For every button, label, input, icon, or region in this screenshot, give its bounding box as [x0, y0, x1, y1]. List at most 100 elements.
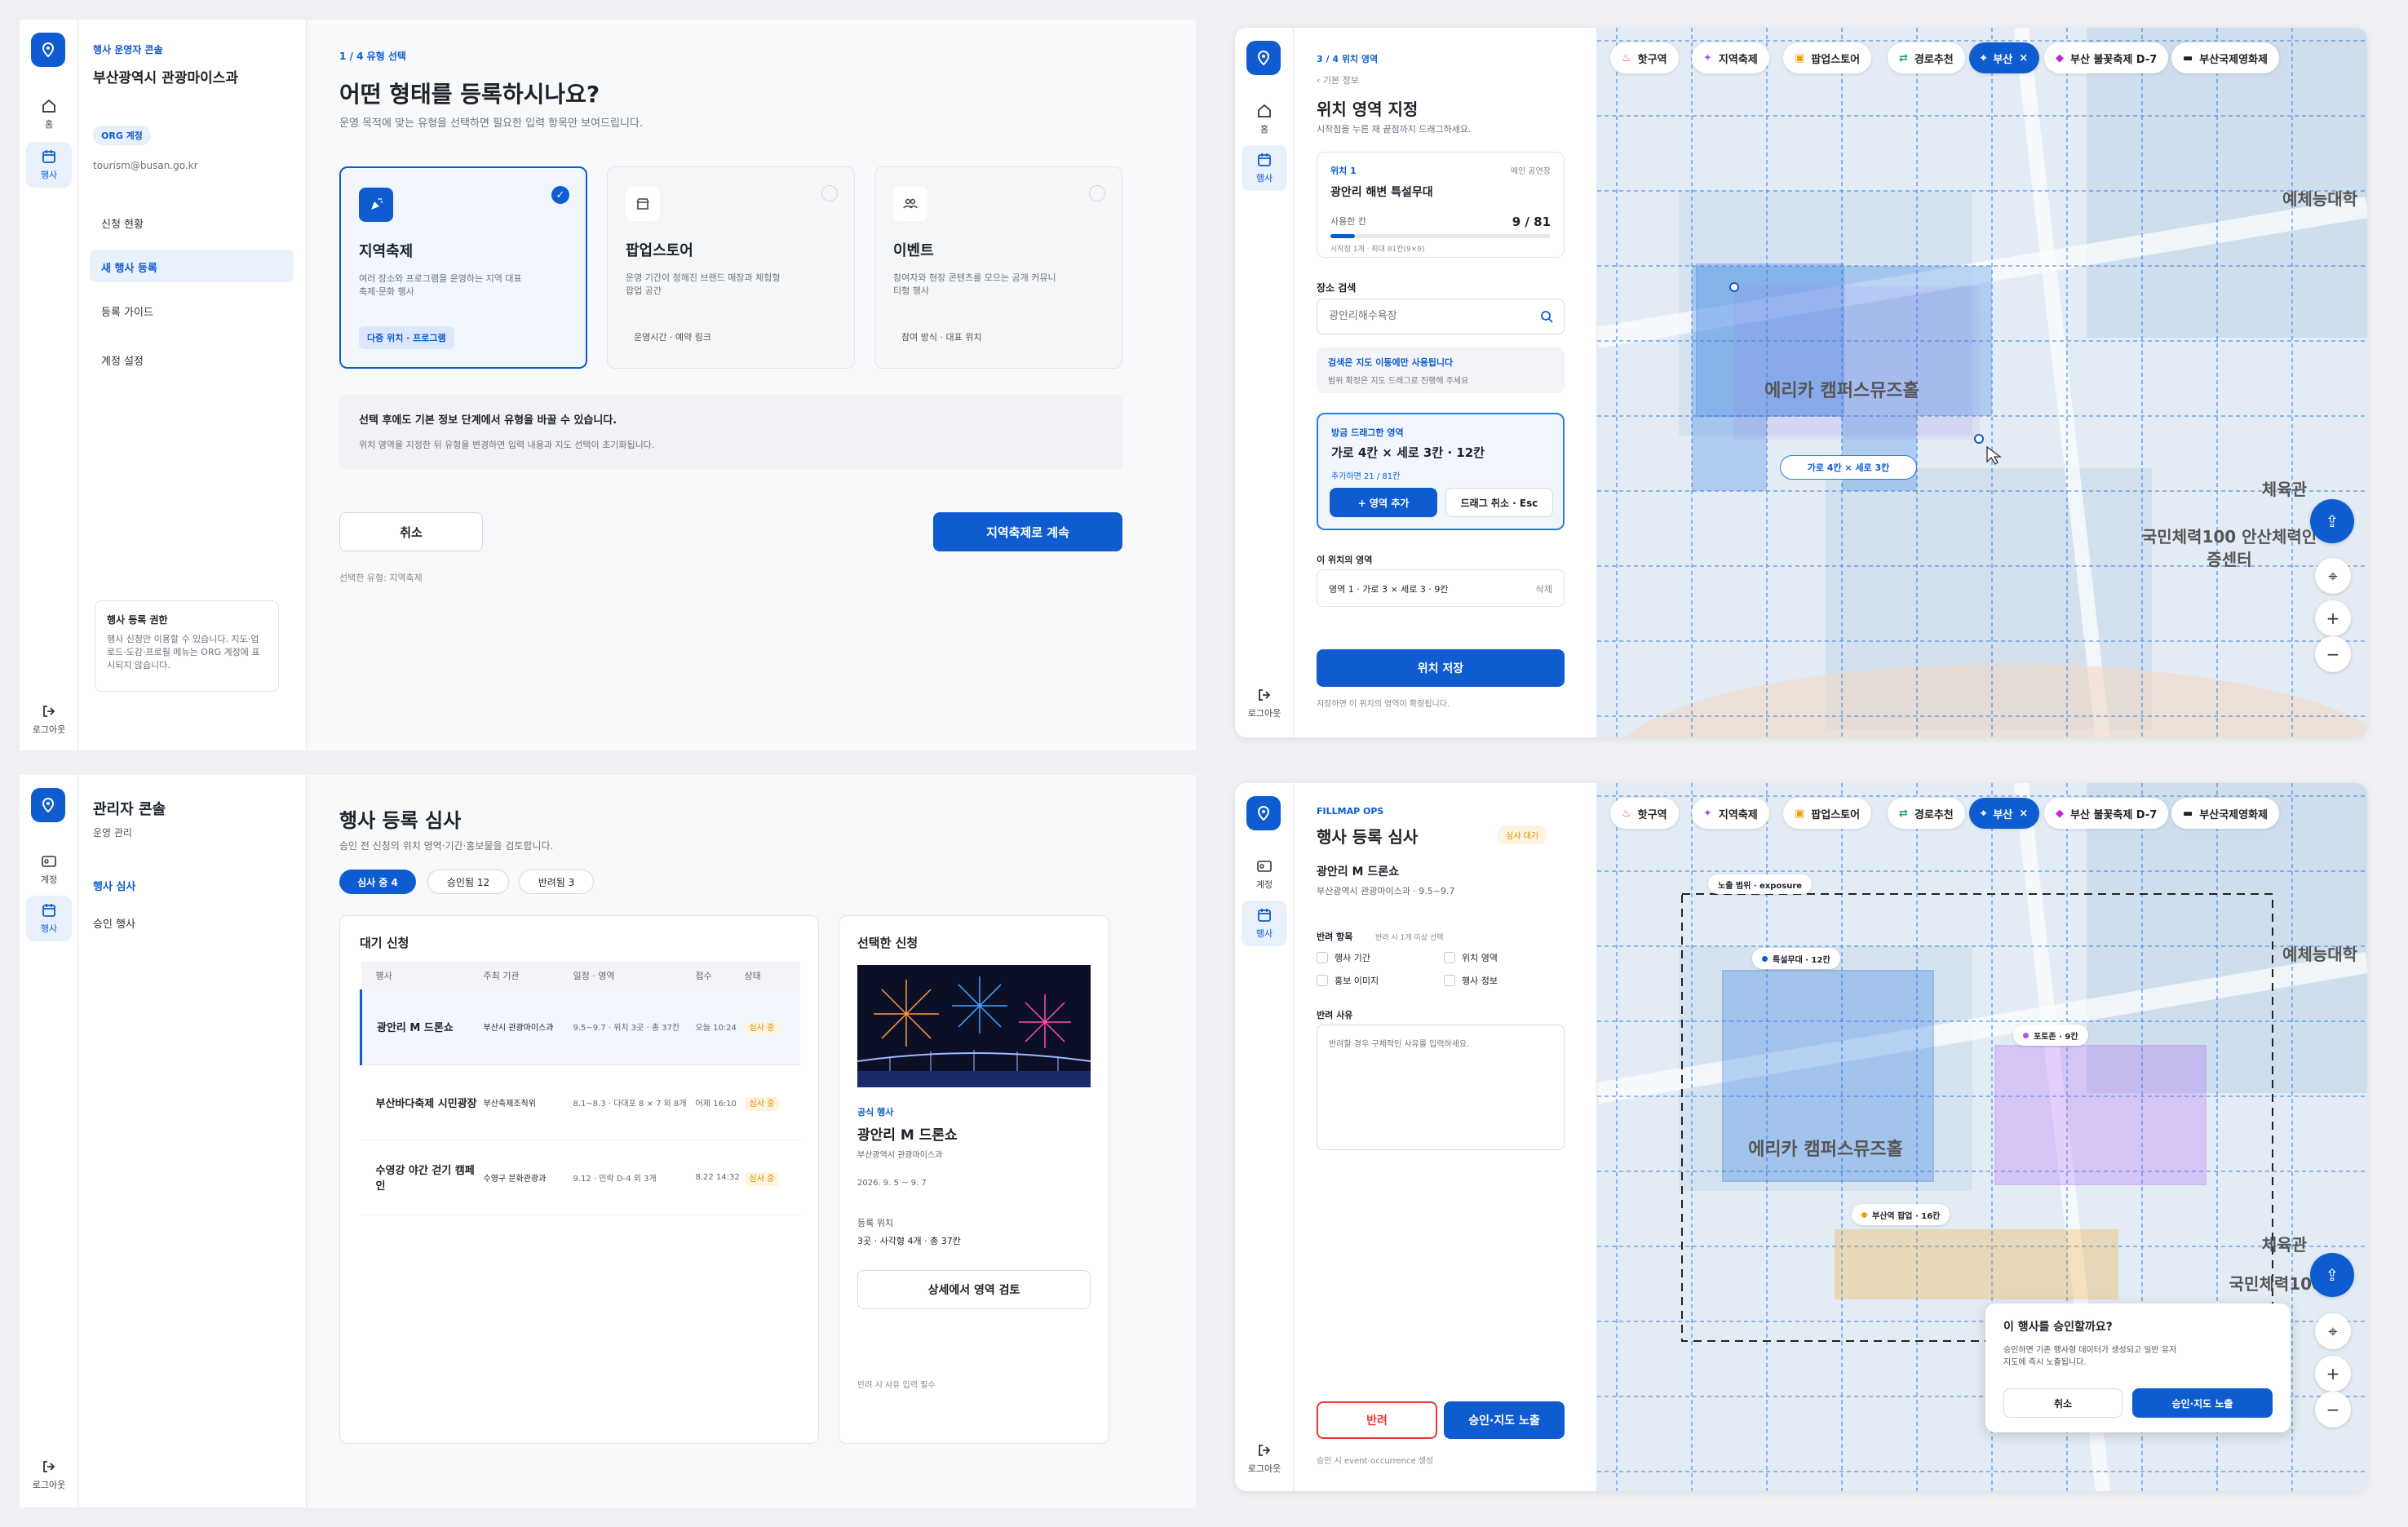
- reject-reason-input[interactable]: [1317, 1025, 1565, 1150]
- map-label-fitness-center: 국민체력100 안산체력인증센터: [2141, 527, 2317, 569]
- tab-rejected[interactable]: 반려됨 3: [519, 870, 594, 894]
- checkbox[interactable]: [1444, 975, 1455, 986]
- close-icon[interactable]: ×: [2019, 808, 2028, 820]
- location-area-screen: 홈 행사 로그아웃 3 / 4 위치 영역 ‹ 기본 정보 위치 영역 지정 시…: [1235, 28, 2367, 737]
- rail-home[interactable]: 홈: [26, 91, 72, 137]
- approve-button[interactable]: 승인·지도 노출: [1444, 1401, 1565, 1439]
- share-button[interactable]: ⇪: [2310, 499, 2354, 543]
- pending-table: 행사 주최 기관 일정 · 영역 접수 상태 광안리 M 드론쇼 부산시 관광마…: [360, 962, 800, 1215]
- rail-event[interactable]: 행사: [1242, 145, 1287, 191]
- check-info[interactable]: 행사 정보: [1444, 974, 1498, 987]
- chip-popup[interactable]: ▣ 팝업스토어: [1783, 798, 1872, 829]
- step-indicator: 1 / 4 유형 선택: [339, 51, 406, 62]
- chip-busan[interactable]: ⌖ 부산 ×: [1969, 798, 2040, 829]
- chip-fireworks[interactable]: ◆ 부산 불꽃축제 D-7: [2044, 42, 2169, 73]
- checkbox[interactable]: [1317, 952, 1328, 963]
- party-icon: ✦: [1703, 807, 1712, 820]
- nav-item-review[interactable]: 행사 심사: [93, 878, 135, 893]
- logo: [31, 33, 65, 67]
- chip-busan[interactable]: ⌖ 부산 ×: [1969, 42, 2040, 73]
- map-canvas[interactable]: 에리카 캠퍼스뮤즈홀 예체능대학 체육관 국민체력100 노출 범위 · exp…: [1597, 783, 2367, 1491]
- search-input[interactable]: [1329, 299, 1533, 332]
- close-icon[interactable]: ×: [2019, 52, 2028, 64]
- dialog-cancel-button[interactable]: 취소: [2003, 1388, 2122, 1418]
- search-icon[interactable]: [1539, 309, 1554, 324]
- chip-film-festival[interactable]: ▬ 부산국제영화제: [2171, 42, 2280, 73]
- cancel-drag-button[interactable]: 드래그 취소 · Esc: [1445, 488, 1553, 517]
- area-item[interactable]: 영역 1 · 가로 3 × 세로 3 · 9칸 삭제: [1317, 569, 1565, 607]
- rail-account[interactable]: 계정: [26, 847, 72, 892]
- check-area[interactable]: 위치 영역: [1444, 951, 1498, 964]
- map-canvas[interactable]: 에리카 캠퍼스뮤즈홀 예체능대학 체육관 국민체력100 안산체력인증센터 가로…: [1597, 28, 2367, 737]
- nav-item-guide[interactable]: 등록 가이드: [90, 294, 294, 326]
- zoom-in-button[interactable]: +: [2315, 600, 2351, 636]
- zoom-out-button[interactable]: −: [2315, 636, 2351, 672]
- checkbox[interactable]: [1317, 975, 1328, 986]
- tab-approved[interactable]: 승인됨 12: [427, 870, 509, 894]
- chip-fireworks[interactable]: ◆ 부산 불꽃축제 D-7: [2044, 798, 2169, 829]
- home-icon: [42, 99, 55, 113]
- check-image[interactable]: 홍보 이미지: [1317, 974, 1379, 987]
- rail-logout[interactable]: 로그아웃: [26, 697, 72, 742]
- nav-item-status[interactable]: 신청 현황: [90, 206, 294, 238]
- type-card-popup[interactable]: 팝업스토어 운영 기간이 정해진 브랜드 매장과 체험형 팝업 공간 운영시간 …: [607, 166, 855, 369]
- map-label-gym: 체육관: [2261, 480, 2307, 499]
- review-detail-button[interactable]: 상세에서 영역 검토: [857, 1270, 1091, 1309]
- zone-label-photo: 포토존 · 9칸: [2013, 1025, 2088, 1046]
- pin-logo-icon: [42, 797, 55, 813]
- zoom-in-button[interactable]: +: [2315, 1356, 2351, 1392]
- nav-item-new-event[interactable]: 새 행사 등록: [90, 250, 294, 282]
- check-period[interactable]: 행사 기간: [1317, 951, 1370, 964]
- tab-reviewing[interactable]: 심사 중 4: [339, 870, 416, 894]
- rail-logout[interactable]: 로그아웃: [1242, 680, 1287, 726]
- org-label: 행사 운영자 콘솔: [93, 44, 163, 55]
- rail-logout[interactable]: 로그아웃: [26, 1452, 72, 1498]
- radio-circle: [1089, 185, 1105, 201]
- route-icon: ⇄: [1899, 807, 1908, 820]
- save-location-button[interactable]: 위치 저장: [1317, 649, 1565, 687]
- chip-hotzone[interactable]: ♨ 핫구역: [1610, 798, 1679, 829]
- chip-film-festival[interactable]: ▬ 부산국제영화제: [2171, 798, 2280, 829]
- chip-festival[interactable]: ✦ 지역축제: [1692, 798, 1769, 829]
- continue-button[interactable]: 지역축제로 계속: [933, 512, 1122, 551]
- side-rail: 계정 행사 로그아웃: [1235, 783, 1294, 1491]
- locate-button[interactable]: ⌖: [2315, 558, 2351, 594]
- checkbox[interactable]: [1444, 952, 1455, 963]
- rail-logout[interactable]: 로그아웃: [1242, 1436, 1287, 1481]
- cancel-button[interactable]: 취소: [339, 512, 483, 551]
- calendar-icon: [42, 904, 55, 917]
- delete-area-button[interactable]: 삭제: [1536, 582, 1552, 595]
- locate-button[interactable]: ⌖: [2315, 1313, 2351, 1349]
- reject-button[interactable]: 반려: [1317, 1401, 1437, 1439]
- rail-home[interactable]: 홈: [1242, 96, 1287, 142]
- table-row[interactable]: 부산바다축제 시민광장 부산축제조직위 8.1~8.3 · 다대포 8 × 7 …: [361, 1064, 800, 1140]
- share-button[interactable]: ⇪: [2310, 1253, 2354, 1297]
- rail-event[interactable]: 행사: [26, 142, 72, 188]
- nav-item-approved[interactable]: 승인 행사: [93, 915, 135, 931]
- location-card[interactable]: 위치 1 메인 공연장 광안리 해변 특설무대 사용한 칸9 / 81 시작점 1…: [1317, 152, 1565, 258]
- selected-type-note: 선택한 유형: 지역축제: [339, 573, 423, 583]
- people-icon: [893, 187, 927, 221]
- add-area-button[interactable]: + 영역 추가: [1330, 488, 1437, 517]
- calendar-icon: [42, 150, 55, 163]
- calendar-icon: [1258, 153, 1271, 166]
- chip-route[interactable]: ⇄ 경로추천: [1888, 42, 1965, 73]
- back-link[interactable]: ‹ 기본 정보: [1317, 73, 1359, 86]
- rail-event[interactable]: 행사: [1242, 901, 1287, 946]
- rail-account[interactable]: 계정: [1242, 852, 1287, 897]
- table-row[interactable]: 수영강 야간 걷기 캠페인 수영구 문화관광과 9.12 · 민락 D-4 외 …: [361, 1140, 800, 1215]
- chip-hotzone[interactable]: ♨ 핫구역: [1610, 42, 1679, 73]
- search-field[interactable]: [1317, 299, 1565, 334]
- chip-popup[interactable]: ▣ 팝업스토어: [1783, 42, 1872, 73]
- nav-item-settings[interactable]: 계정 설정: [90, 343, 294, 375]
- type-card-event[interactable]: 이벤트 참여자와 현장 콘텐츠를 모으는 공개 커뮤니티형 행사 참여 방식 ·…: [874, 166, 1122, 369]
- chip-festival[interactable]: ✦ 지역축제: [1692, 42, 1769, 73]
- table-row[interactable]: 광안리 M 드론쇼 부산시 관광마이스과 9.5~9.7 · 위치 3곳 · 총…: [361, 989, 800, 1064]
- type-card-festival[interactable]: ✓ 지역축제 여러 장소와 프로그램을 운영하는 지역 대표 축제·문화 행사 …: [339, 166, 587, 369]
- side-rail: 홈 행사 로그아웃: [1235, 28, 1294, 737]
- home-icon: [1258, 104, 1271, 117]
- chip-route[interactable]: ⇄ 경로추천: [1888, 798, 1965, 829]
- dialog-approve-button[interactable]: 승인·지도 노출: [2132, 1388, 2273, 1418]
- rail-event[interactable]: 행사: [26, 896, 72, 941]
- zoom-out-button[interactable]: −: [2315, 1392, 2351, 1427]
